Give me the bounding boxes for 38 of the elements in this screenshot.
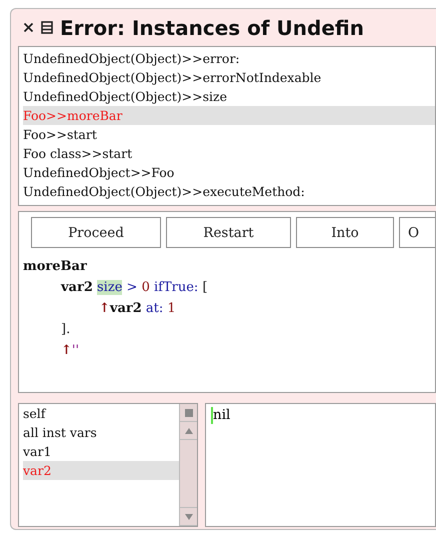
stack-frame[interactable]: UndefinedObject>>Foo [23, 163, 435, 182]
stack-frame[interactable]: Foo>>start [23, 125, 435, 144]
variable-item[interactable]: all inst vars [23, 423, 179, 442]
code-token: [ [202, 280, 208, 295]
code-token: size [97, 280, 122, 295]
scroll-menu-icon[interactable] [184, 408, 192, 416]
stack-frame[interactable]: UndefinedObject(Object)>>executeMethod: [23, 182, 435, 201]
scrollbar[interactable] [179, 404, 197, 526]
code-token: '' [72, 343, 80, 358]
code-token: at: [146, 301, 164, 316]
toolbar-button[interactable]: O [399, 217, 435, 248]
stack-frame[interactable]: UndefinedObject(Object)>>errorNotIndexable [23, 68, 435, 87]
code-token: var2 [110, 301, 142, 316]
code-token: > [126, 280, 138, 295]
code-token: 1 [167, 301, 176, 316]
code-token: var2 [61, 280, 93, 295]
close-icon[interactable] [23, 22, 34, 33]
stack-frame[interactable]: Foo class>>start [23, 144, 435, 163]
code-token: 0 [142, 280, 150, 295]
return-arrow: ↑ [61, 343, 72, 358]
return-arrow: ↑ [99, 301, 110, 316]
stack-frame[interactable]: UndefinedObject(Object)>>error: [23, 49, 435, 68]
value-field[interactable]: nil [205, 403, 436, 527]
value-text: nil [213, 406, 230, 425]
code-token: moreBar [23, 259, 87, 274]
code-token: ifTrue: [154, 280, 198, 295]
stack-frame[interactable]: UndefinedObject(Object)>>size [23, 87, 435, 106]
toolbar-button[interactable]: Proceed [31, 217, 161, 248]
up-arrow-icon[interactable] [184, 426, 194, 434]
down-arrow-icon[interactable] [184, 512, 194, 520]
variable-item[interactable]: var1 [23, 442, 179, 461]
code-token: ]. [61, 322, 70, 337]
text-cursor [211, 407, 213, 424]
window-title: Error: Instances of Undefin [60, 16, 364, 40]
toolbar-button[interactable]: Restart [166, 217, 291, 248]
variable-item[interactable]: self [23, 404, 179, 423]
menu-icon[interactable] [41, 21, 53, 34]
toolbar-button[interactable]: Into [296, 217, 394, 248]
